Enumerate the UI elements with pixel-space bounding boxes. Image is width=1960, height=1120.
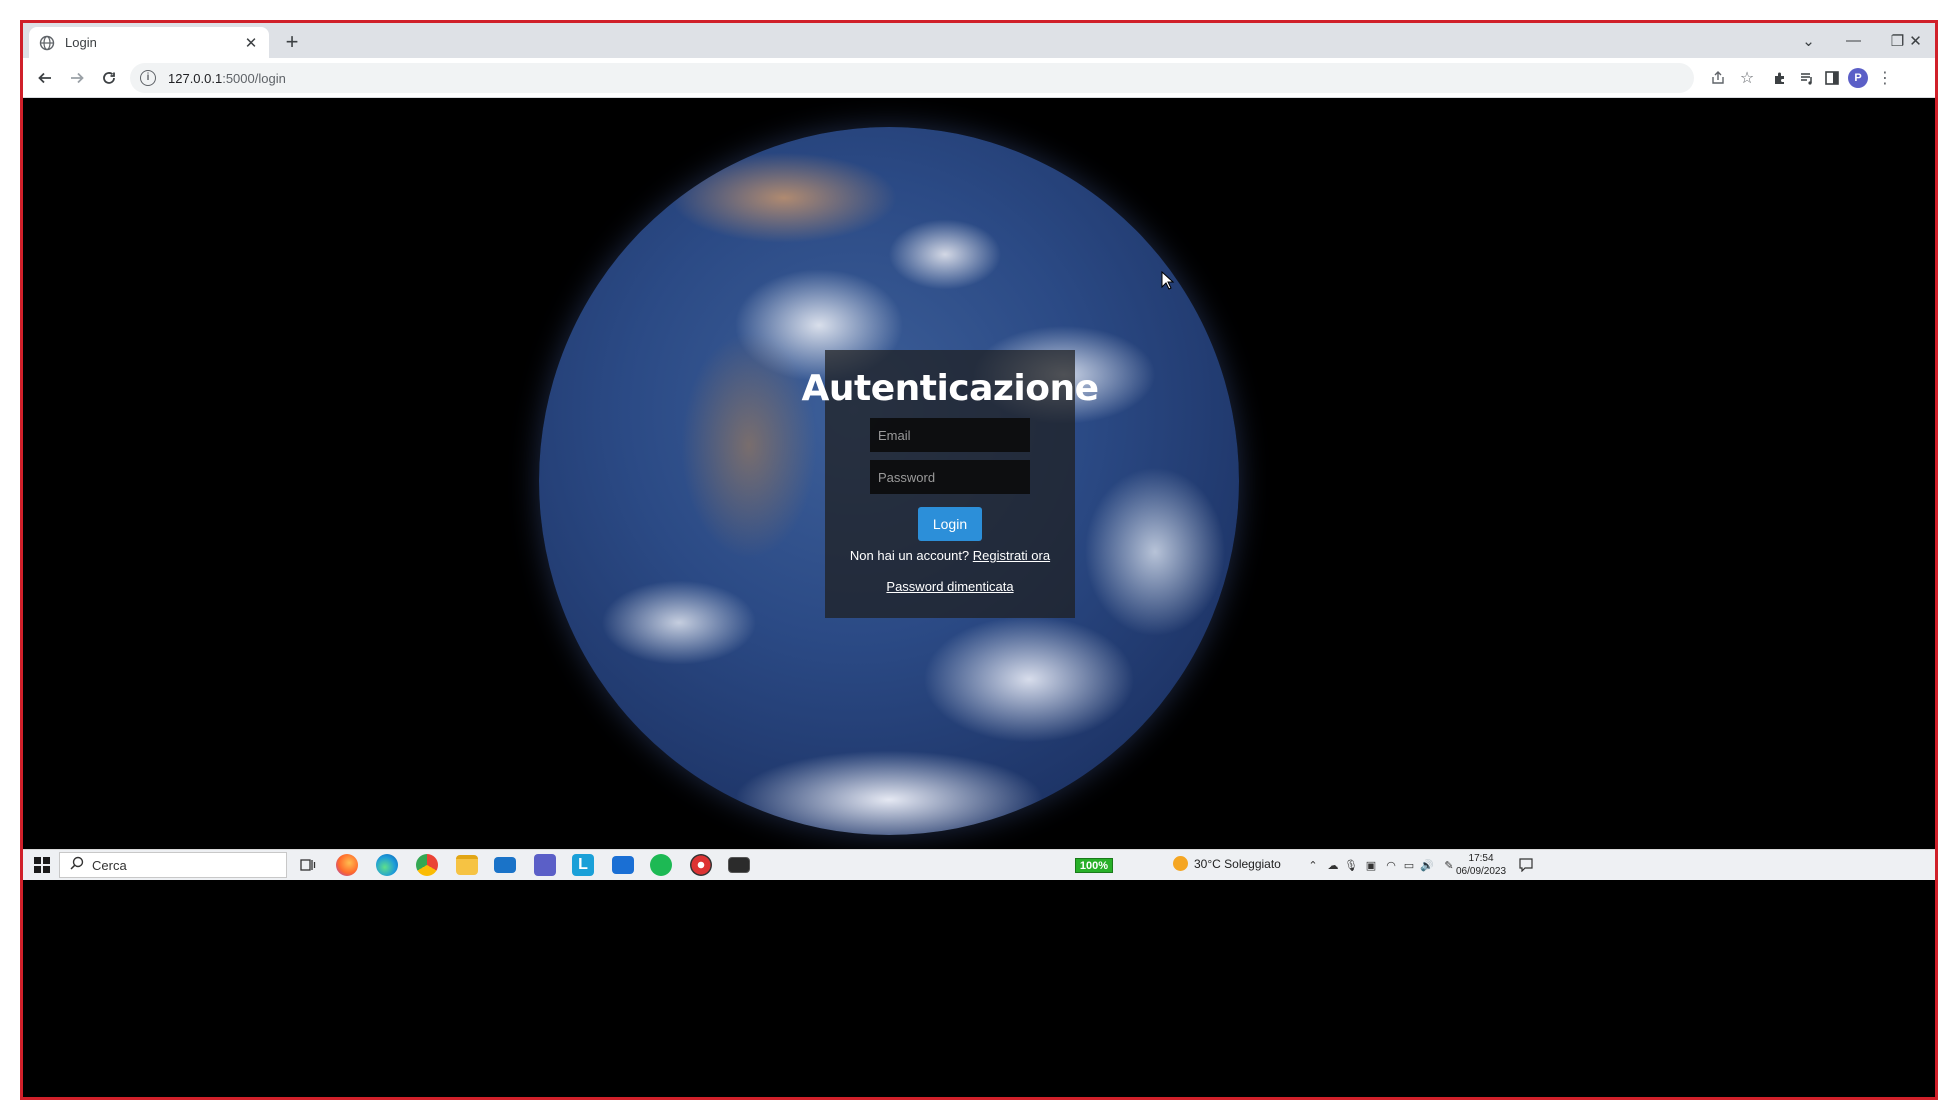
wifi-icon[interactable]: ◠ xyxy=(1383,857,1399,873)
forgot-password-link[interactable]: Password dimenticata xyxy=(886,579,1013,594)
url-host: 127.0.0.1 xyxy=(168,70,223,86)
page-viewport: Autenticazione Login Non hai un account?… xyxy=(23,98,1935,867)
clock-time: 17:54 xyxy=(1468,853,1494,864)
browser-toolbar: i 127.0.0.1:5000/login ☆ P ⋮ xyxy=(23,58,1935,98)
battery-tray-icon[interactable]: ▭ xyxy=(1401,857,1417,873)
no-account-text: Non hai un account? xyxy=(849,548,973,563)
reload-icon[interactable] xyxy=(95,64,123,92)
terminal-icon[interactable] xyxy=(727,853,751,877)
address-bar[interactable]: i 127.0.0.1:5000/login xyxy=(130,63,1694,93)
avatar: P xyxy=(1848,68,1868,88)
mouse-cursor-icon xyxy=(1161,271,1175,290)
pen-icon[interactable]: ✎ xyxy=(1441,857,1457,873)
side-panel-icon[interactable] xyxy=(1820,66,1844,90)
windows-start-icon[interactable] xyxy=(31,853,53,877)
taskbar-clock[interactable]: 17:54 06/09/2023 xyxy=(1456,852,1506,878)
firefox-icon[interactable] xyxy=(335,853,359,877)
display-icon[interactable]: ▣ xyxy=(1363,857,1379,873)
new-tab-button[interactable]: + xyxy=(278,28,306,56)
share-icon[interactable] xyxy=(1706,66,1730,90)
chevron-up-icon[interactable]: ⌃ xyxy=(1305,857,1321,873)
menu-dots-icon[interactable]: ⋮ xyxy=(1873,66,1897,90)
globe-icon xyxy=(39,35,55,50)
spotify-icon[interactable] xyxy=(649,853,673,877)
password-field[interactable] xyxy=(870,460,1030,494)
extensions-icon[interactable] xyxy=(1768,66,1792,90)
close-window-icon[interactable]: ✕ xyxy=(1893,23,1935,58)
login-title: Autenticazione xyxy=(801,368,1100,409)
mail-icon[interactable] xyxy=(493,853,517,877)
weather-widget[interactable]: 30°C Soleggiato xyxy=(1173,856,1281,871)
bookmark-star-icon[interactable]: ☆ xyxy=(1735,66,1759,90)
weather-text: 30°C Soleggiato xyxy=(1194,856,1281,871)
notifications-icon[interactable] xyxy=(1518,857,1534,873)
task-view-icon[interactable] xyxy=(296,853,320,877)
url-path: :5000/login xyxy=(222,70,286,86)
snipping-tool-icon[interactable] xyxy=(689,853,713,877)
forward-icon[interactable] xyxy=(63,64,91,92)
profile-avatar[interactable]: P xyxy=(1846,66,1870,90)
site-info-icon[interactable]: i xyxy=(140,70,156,86)
screen-frame: Login ✕ + ⌄ — ❐ ✕ i 127.0.0.1:5000/login… xyxy=(20,20,1938,1100)
tab-login[interactable]: Login ✕ xyxy=(29,27,269,58)
back-icon[interactable] xyxy=(31,64,59,92)
battery-indicator: 100% xyxy=(1075,858,1113,873)
register-prompt: Non hai un account? Registrati ora xyxy=(850,548,1050,563)
chrome-icon[interactable] xyxy=(415,853,439,877)
login-button[interactable]: Login xyxy=(918,507,982,541)
teams-icon[interactable] xyxy=(533,853,557,877)
microphone-icon[interactable]: 🎙 xyxy=(1343,857,1359,873)
tab-title: Login xyxy=(65,35,97,50)
search-icon xyxy=(70,856,84,875)
onedrive-icon[interactable]: ☁ xyxy=(1325,857,1341,873)
tab-search-icon[interactable]: ⌄ xyxy=(1786,23,1831,58)
minimize-icon[interactable]: — xyxy=(1831,23,1876,58)
app-l-icon[interactable]: L xyxy=(571,853,595,877)
search-label: Cerca xyxy=(92,857,127,873)
register-link[interactable]: Registrati ora xyxy=(973,548,1050,563)
tab-strip: Login ✕ + ⌄ — ❐ ✕ xyxy=(23,23,1935,58)
close-tab-icon[interactable]: ✕ xyxy=(243,34,259,52)
email-field[interactable] xyxy=(870,418,1030,452)
media-queue-icon[interactable] xyxy=(1795,66,1819,90)
volume-icon[interactable]: 🔊 xyxy=(1419,857,1435,873)
clock-date: 06/09/2023 xyxy=(1456,866,1507,877)
login-panel: Autenticazione Login Non hai un account?… xyxy=(802,350,1099,618)
store-icon[interactable] xyxy=(611,853,635,877)
file-explorer-icon[interactable] xyxy=(455,853,479,877)
edge-icon[interactable] xyxy=(375,853,399,877)
taskbar-search[interactable]: Cerca xyxy=(59,852,287,878)
windows-taskbar: Cerca L 100% 30°C Soleggiato ⌃ ☁ 🎙 ▣ ◠ ▭… xyxy=(23,849,1935,880)
sun-icon xyxy=(1173,856,1188,871)
